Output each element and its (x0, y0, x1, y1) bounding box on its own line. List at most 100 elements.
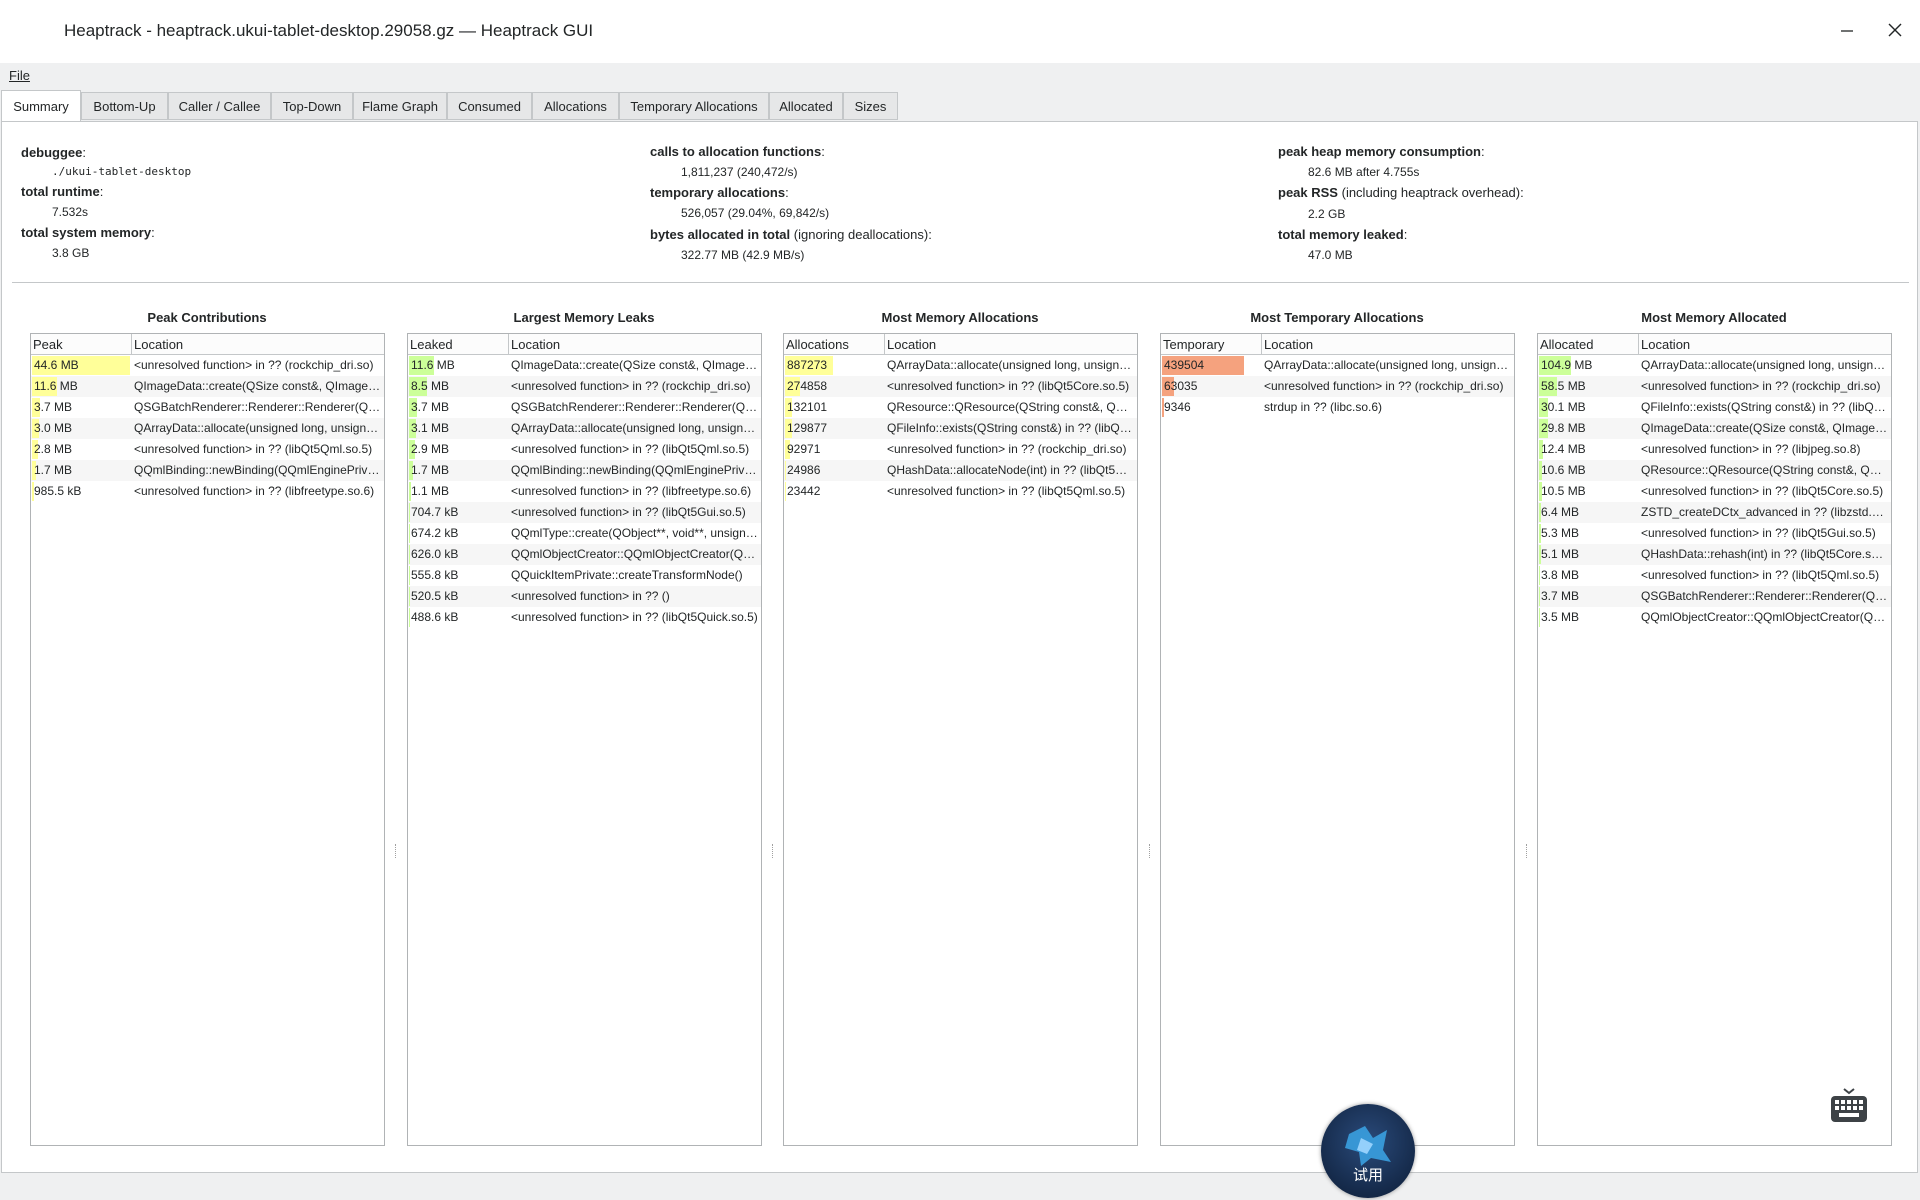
table-row[interactable]: 132101 QResource::QResource(QString const… (784, 397, 1137, 418)
column-header-location[interactable]: Location (887, 337, 936, 352)
tab-consumed[interactable]: Consumed (447, 92, 532, 120)
table-row[interactable]: 3.7 MB QSGBatchRenderer::Renderer::Render… (1538, 586, 1891, 607)
table-row[interactable]: 24986 QHashData::allocateNode(int) in ?? … (784, 460, 1137, 481)
tab-summary[interactable]: Summary (1, 90, 81, 122)
splitter-handle[interactable] (772, 844, 776, 858)
table-row[interactable]: 1.7 MB QQmlBinding::newBinding(QQmlEngine… (408, 460, 761, 481)
row-value: 23442 (787, 484, 821, 498)
splitter-handle[interactable] (1526, 844, 1530, 858)
row-location: <unresolved function> in ?? (rockchip_dr… (134, 358, 374, 372)
table-row[interactable]: 274858 <unresolved function> in ?? (libQt… (784, 376, 1137, 397)
virtual-keyboard-button[interactable] (1818, 1081, 1880, 1143)
column-header-location[interactable]: Location (511, 337, 560, 352)
column-header-value[interactable]: Allocated (1540, 337, 1593, 352)
tab-top-down[interactable]: Top-Down (271, 92, 353, 120)
table-row[interactable]: 58.5 MB <unresolved function> in ?? (rock… (1538, 376, 1891, 397)
table-row[interactable]: 11.6 MB QImageData::create(QSize const&, … (408, 355, 761, 376)
table-row[interactable]: 9346 strdup in ?? (libc.so.6) (1161, 397, 1514, 418)
table-row[interactable]: 3.0 MB QArrayData::allocate(unsigned long… (31, 418, 384, 439)
temporary-value: 526,057 (29.04%, 69,842/s) (681, 206, 830, 220)
tab-allocated[interactable]: Allocated (769, 92, 843, 120)
row-value: 10.5 MB (1541, 484, 1586, 498)
table-row[interactable]: 129877 QFileInfo::exists(QString const&) … (784, 418, 1137, 439)
minimize-button[interactable] (1835, 18, 1859, 42)
row-value: 887273 (787, 358, 828, 372)
table-row[interactable]: 3.7 MB QSGBatchRenderer::Renderer::Render… (408, 397, 761, 418)
table-row[interactable]: 23442 <unresolved function> in ?? (libQt5… (784, 481, 1137, 502)
column-header-location[interactable]: Location (1264, 337, 1313, 352)
table-row[interactable]: 3.5 MB QQmlObjectCreator::QQmlObjectCreat… (1538, 607, 1891, 628)
trial-badge[interactable]: 试用 (1321, 1104, 1415, 1198)
row-location: QQmlBinding::newBinding(QQmlEnginePrivat… (511, 463, 758, 477)
row-value: 985.5 kB (34, 484, 82, 498)
close-button[interactable] (1883, 18, 1907, 42)
table-most-allocated[interactable]: Allocated Location104.9 MB QArrayData::all… (1537, 333, 1892, 1146)
table-row[interactable]: 704.7 kB <unresolved function> in ?? (lib… (408, 502, 761, 523)
table-temporary-allocations[interactable]: Temporary Location439504 QArrayData::alloc… (1160, 333, 1515, 1146)
column-header-location[interactable]: Location (1641, 337, 1690, 352)
tab-flame-graph[interactable]: Flame Graph (353, 92, 447, 120)
column-header-location[interactable]: Location (134, 337, 183, 352)
row-value: 3.1 MB (411, 421, 450, 435)
table-row[interactable]: 1.7 MB QQmlBinding::newBinding(QQmlEngine… (31, 460, 384, 481)
column-separator[interactable] (884, 334, 885, 354)
row-location: QFileInfo::exists(QString const&) in ?? … (1641, 400, 1888, 414)
splitter-handle[interactable] (1149, 844, 1153, 858)
table-row[interactable]: 5.1 MB QHashData::rehash(int) in ?? (libQ… (1538, 544, 1891, 565)
table-row[interactable]: 11.6 MB QImageData::create(QSize const&, … (31, 376, 384, 397)
table-row[interactable]: 10.6 MB QResource::QResource(QString cons… (1538, 460, 1891, 481)
table-row[interactable]: 104.9 MB QArrayData::allocate(unsigned lo… (1538, 355, 1891, 376)
row-location: QImageData::create(QSize const&, QImage:… (511, 358, 758, 372)
column-header-value[interactable]: Leaked (410, 337, 453, 352)
tab-caller-callee[interactable]: Caller / Callee (168, 92, 271, 120)
tab-bottom-up[interactable]: Bottom-Up (81, 92, 168, 120)
tab-temporary-allocations[interactable]: Temporary Allocations (619, 92, 769, 120)
column-header-value[interactable]: Temporary (1163, 337, 1224, 352)
column-separator[interactable] (508, 334, 509, 354)
table-row[interactable]: 555.8 kB QQuickItemPrivate::createTransfo… (408, 565, 761, 586)
table-row[interactable]: 2.8 MB <unresolved function> in ?? (libQt… (31, 439, 384, 460)
table-row[interactable]: 439504 QArrayData::allocate(unsigned long… (1161, 355, 1514, 376)
table-row[interactable]: 29.8 MB QImageData::create(QSize const&, … (1538, 418, 1891, 439)
table-peak-contributions[interactable]: Peak Location 44.6 MB <unresolved function>… (30, 333, 385, 1146)
tab-allocations[interactable]: Allocations (532, 92, 619, 120)
table-row[interactable]: 3.1 MB QArrayData::allocate(unsigned long… (408, 418, 761, 439)
column-separator[interactable] (1261, 334, 1262, 354)
column-separator[interactable] (131, 334, 132, 354)
table-row[interactable]: 63035 <unresolved function> in ?? (rockch… (1161, 376, 1514, 397)
column-separator[interactable] (1638, 334, 1639, 354)
table-row[interactable]: 3.8 MB <unresolved function> in ?? (libQt… (1538, 565, 1891, 586)
table-row[interactable]: 5.3 MB <unresolved function> in ?? (libQt… (1538, 523, 1891, 544)
table-row[interactable]: 3.7 MB QSGBatchRenderer::Renderer::Render… (31, 397, 384, 418)
table-row[interactable]: 985.5 kB <unresolved function> in ?? (lib… (31, 481, 384, 502)
table-row[interactable]: 520.5 kB <unresolved function> in ?? () (408, 586, 761, 607)
table-row[interactable]: 488.6 kB <unresolved function> in ?? (lib… (408, 607, 761, 628)
table-row[interactable]: 6.4 MB ZSTD_createDCtx_advanced in ?? (li… (1538, 502, 1891, 523)
table-row[interactable]: 30.1 MB QFileInfo::exists(QString const&)… (1538, 397, 1891, 418)
table-row[interactable]: 92971 <unresolved function> in ?? (rockch… (784, 439, 1137, 460)
table-row[interactable]: 8.5 MB <unresolved function> in ?? (rockc… (408, 376, 761, 397)
table-row[interactable]: 674.2 kB QQmlType::create(QObject**, void… (408, 523, 761, 544)
row-location: QQuickItemPrivate::createTransformNode() (511, 568, 743, 582)
panel-title-temporary: Most Temporary Allocations (1250, 310, 1424, 325)
menu-file[interactable]: File (9, 68, 30, 83)
table-row[interactable]: 1.1 MB <unresolved function> in ?? (libfr… (408, 481, 761, 502)
table-row[interactable]: 10.5 MB <unresolved function> in ?? (libQ… (1538, 481, 1891, 502)
table-row[interactable]: 887273 QArrayData::allocate(unsigned long… (784, 355, 1137, 376)
row-location: <unresolved function> in ?? (libQt5Gui.s… (1641, 526, 1876, 540)
row-value: 2.8 MB (34, 442, 73, 456)
table-largest-leaks[interactable]: Leaked Location11.6 MB QImageData::create(… (407, 333, 762, 1146)
tab-sizes[interactable]: Sizes (843, 92, 898, 120)
row-value: 3.7 MB (1541, 589, 1580, 603)
table-row[interactable]: 12.4 MB <unresolved function> in ?? (libj… (1538, 439, 1891, 460)
row-value: 1.7 MB (34, 463, 73, 477)
table-row[interactable]: 626.0 kB QQmlObjectCreator::QQmlObjectCre… (408, 544, 761, 565)
table-most-allocations[interactable]: Allocations Location887273 QArrayData::all… (783, 333, 1138, 1146)
splitter-handle[interactable] (395, 844, 399, 858)
panel-title-allocated: Most Memory Allocated (1641, 310, 1787, 325)
column-header-value[interactable]: Peak (33, 337, 63, 352)
table-row[interactable]: 2.9 MB <unresolved function> in ?? (libQt… (408, 439, 761, 460)
row-value: 674.2 kB (411, 526, 459, 540)
column-header-value[interactable]: Allocations (786, 337, 849, 352)
table-row[interactable]: 44.6 MB <unresolved function> in ?? (rock… (31, 355, 384, 376)
